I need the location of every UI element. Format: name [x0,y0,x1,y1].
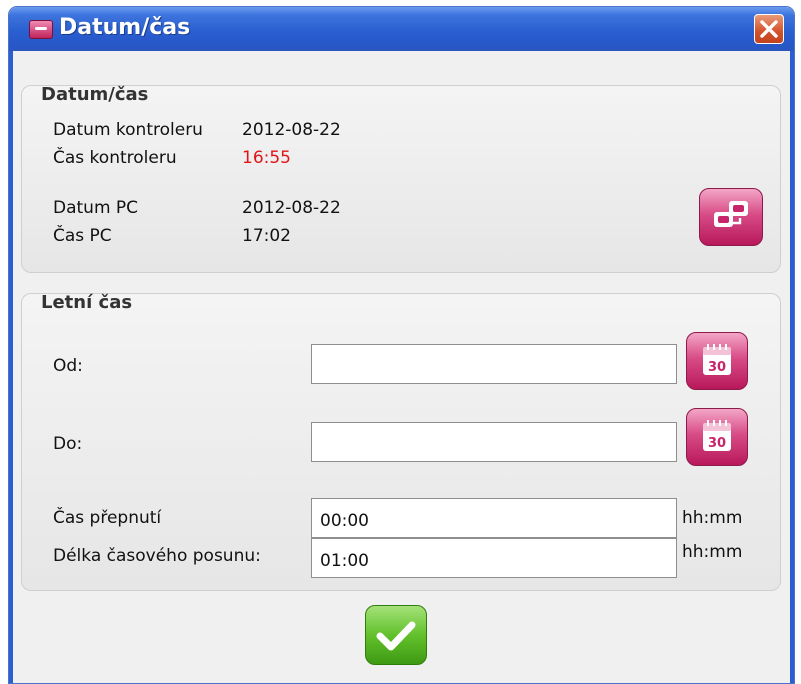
pc-date-label: Datum PC [53,198,139,218]
offset-label: Délka časového posunu: [53,546,261,566]
offset-input[interactable] [311,538,677,578]
ok-button[interactable] [365,605,427,665]
calendar-icon: 30 [703,344,731,375]
switch-time-unit: hh:mm [682,508,743,528]
sync-time-button[interactable] [699,188,763,246]
dst-from-input[interactable] [311,344,677,384]
dst-group-title: Letní čas [41,292,133,313]
offset-unit: hh:mm [682,542,743,562]
datetime-group: Datum/čas Datum kontroleru 2012-08-22 Ča… [21,84,781,273]
dst-to-label: Do: [53,434,83,454]
dst-from-calendar-button[interactable]: 30 [686,332,748,390]
controller-time-value: 16:55 [242,148,291,168]
app-icon [29,20,53,39]
svg-text:30: 30 [708,436,726,451]
controller-date-value: 2012-08-22 [242,120,341,140]
controller-date-label: Datum kontroleru [53,120,203,140]
pc-date-value: 2012-08-22 [242,198,341,218]
dialog-window: Datum/čas Datum/čas Datum kontroleru 201… [8,6,795,684]
close-button[interactable] [754,14,784,44]
switch-time-input[interactable] [311,498,677,538]
dst-group: Letní čas Od: 30 Do: 30 Čas přepnutí 00:… [21,292,781,591]
svg-text:30: 30 [708,360,726,375]
pc-time-value: 17:02 [242,226,291,246]
switch-time-label: Čas přepnutí [53,508,162,528]
pc-time-label: Čas PC [53,226,112,246]
controller-time-label: Čas kontroleru [53,148,177,168]
calendar-icon: 30 [703,420,731,451]
datetime-group-title: Datum/čas [41,84,149,105]
window-border-right [790,51,794,683]
dst-from-label: Od: [53,356,83,376]
dst-to-calendar-button[interactable]: 30 [686,408,748,466]
sync-time-icon [714,201,748,227]
title-bar[interactable]: Datum/čas [9,7,794,51]
window-title: Datum/čas [59,15,191,40]
window-border-left [9,51,13,683]
dst-to-input[interactable] [311,422,677,462]
close-icon [760,20,778,38]
checkmark-icon [376,621,416,651]
